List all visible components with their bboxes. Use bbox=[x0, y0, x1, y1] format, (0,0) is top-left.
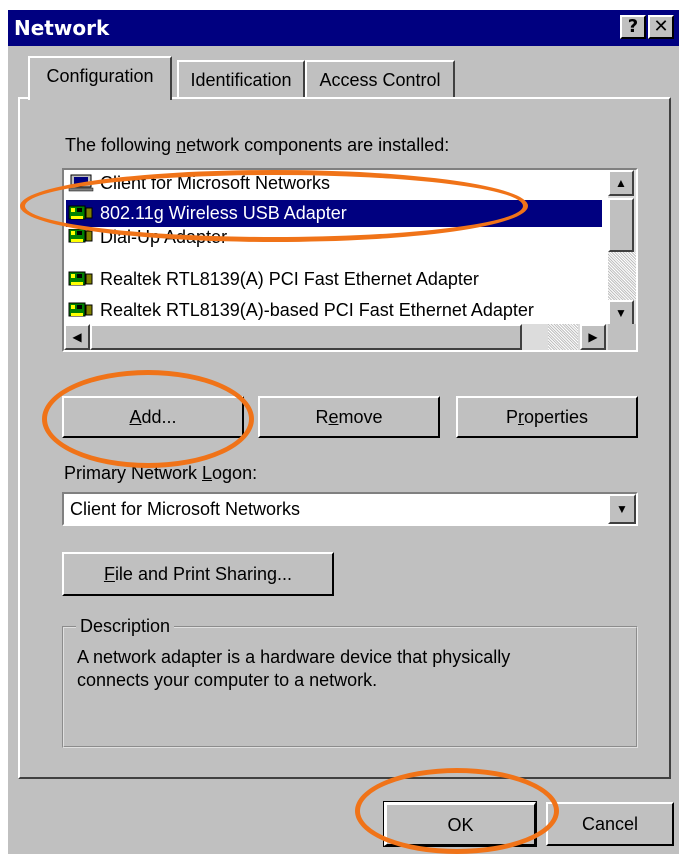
list-item[interactable]: Realtek RTL8139(A)-based PCI Fast Ethern… bbox=[66, 297, 602, 324]
cancel-button[interactable]: Cancel bbox=[546, 802, 674, 846]
scroll-up-button[interactable]: ▲ bbox=[608, 170, 634, 196]
vertical-scroll-thumb[interactable] bbox=[608, 198, 634, 252]
help-button[interactable]: ? bbox=[620, 15, 646, 39]
remove-button[interactable]: Remove bbox=[258, 396, 440, 438]
components-caption: The following network components are ins… bbox=[65, 135, 450, 155]
description-title: Description bbox=[76, 615, 175, 637]
properties-button[interactable]: Properties bbox=[456, 396, 638, 438]
tab-configuration[interactable]: Configuration bbox=[28, 56, 172, 100]
description-text-line-2: connects your computer to a network. bbox=[77, 670, 378, 690]
tab-access-control[interactable]: Access Control bbox=[305, 60, 455, 98]
list-item[interactable]: Realtek RTL8139(A) PCI Fast Ethernet Ada… bbox=[66, 266, 602, 293]
horizontal-scroll-thumb[interactable] bbox=[90, 324, 522, 350]
file-and-print-sharing-button[interactable]: File and Print Sharing... bbox=[62, 552, 334, 596]
arrow-right-icon: ▶ bbox=[588, 330, 598, 344]
network-adapter-icon bbox=[68, 229, 93, 243]
tab-identification[interactable]: Identification bbox=[177, 60, 305, 98]
logon-select-value: Client for Microsoft Networks bbox=[70, 499, 301, 519]
scroll-down-button[interactable]: ▼ bbox=[608, 300, 634, 326]
arrow-left-icon: ◀ bbox=[72, 330, 82, 344]
logon-dropdown-button[interactable]: ▼ bbox=[608, 494, 636, 524]
window-title: Network bbox=[14, 16, 110, 40]
scrollbar-track[interactable] bbox=[608, 252, 636, 300]
scroll-right-button[interactable]: ▶ bbox=[580, 324, 606, 350]
highlight-circle-add bbox=[42, 370, 254, 468]
scrollbar-corner bbox=[608, 324, 636, 350]
chevron-down-icon: ▼ bbox=[616, 502, 628, 516]
network-adapter-icon bbox=[68, 271, 93, 286]
network-adapter-icon bbox=[68, 302, 93, 317]
highlight-circle-ok bbox=[355, 768, 559, 854]
highlight-circle-adapter bbox=[20, 170, 528, 242]
description-text-line-1: A network adapter is a hardware device t… bbox=[77, 647, 511, 667]
close-button[interactable]: ✕ bbox=[648, 15, 674, 39]
arrow-down-icon: ▼ bbox=[615, 306, 627, 320]
tab-configuration-label: Configuration bbox=[46, 66, 154, 86]
scroll-left-button[interactable]: ◀ bbox=[64, 324, 90, 350]
arrow-up-icon: ▲ bbox=[615, 176, 627, 190]
close-icon: ✕ bbox=[653, 16, 669, 37]
horizontal-scrollbar-track[interactable] bbox=[548, 324, 578, 350]
